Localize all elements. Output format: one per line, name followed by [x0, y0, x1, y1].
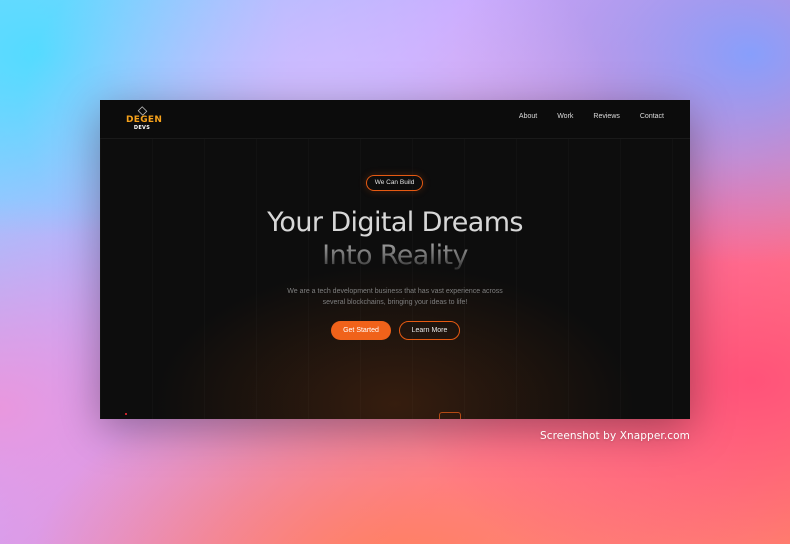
hero-title-line-1: Your Digital Dreams [267, 207, 523, 238]
brand-logo[interactable]: DEGEN DEVS [126, 106, 163, 131]
hero-subtitle: We are a tech development business that … [100, 286, 690, 308]
hero-subtitle-line-2: several blockchains, bringing your ideas… [322, 299, 468, 306]
hero-subtitle-line-1: We are a tech development business that … [287, 288, 503, 295]
hero-badge: We Can Build [366, 175, 423, 191]
logo-text-bottom: DEVS [133, 125, 151, 131]
nav-links: About Work Reviews Contact [499, 113, 664, 120]
nav-link-about[interactable]: About [519, 113, 537, 120]
top-navbar: DEGEN DEVS About Work Reviews Contact [100, 100, 690, 139]
nav-link-work[interactable]: Work [557, 113, 573, 120]
get-started-button[interactable]: Get Started [331, 321, 391, 340]
logo-text-top: DEGEN [126, 115, 163, 125]
nav-link-contact[interactable]: Contact [640, 113, 664, 120]
learn-more-button[interactable]: Learn More [399, 321, 460, 340]
xnapper-watermark: Screenshot by Xnapper.com [539, 430, 690, 442]
scroll-indicator[interactable] [439, 412, 461, 419]
browser-window: DEGEN DEVS About Work Reviews Contact We… [100, 100, 690, 419]
nav-link-reviews[interactable]: Reviews [593, 113, 619, 120]
hero-title-line-2: Into Reality [100, 240, 690, 271]
corner-marker [125, 413, 127, 415]
